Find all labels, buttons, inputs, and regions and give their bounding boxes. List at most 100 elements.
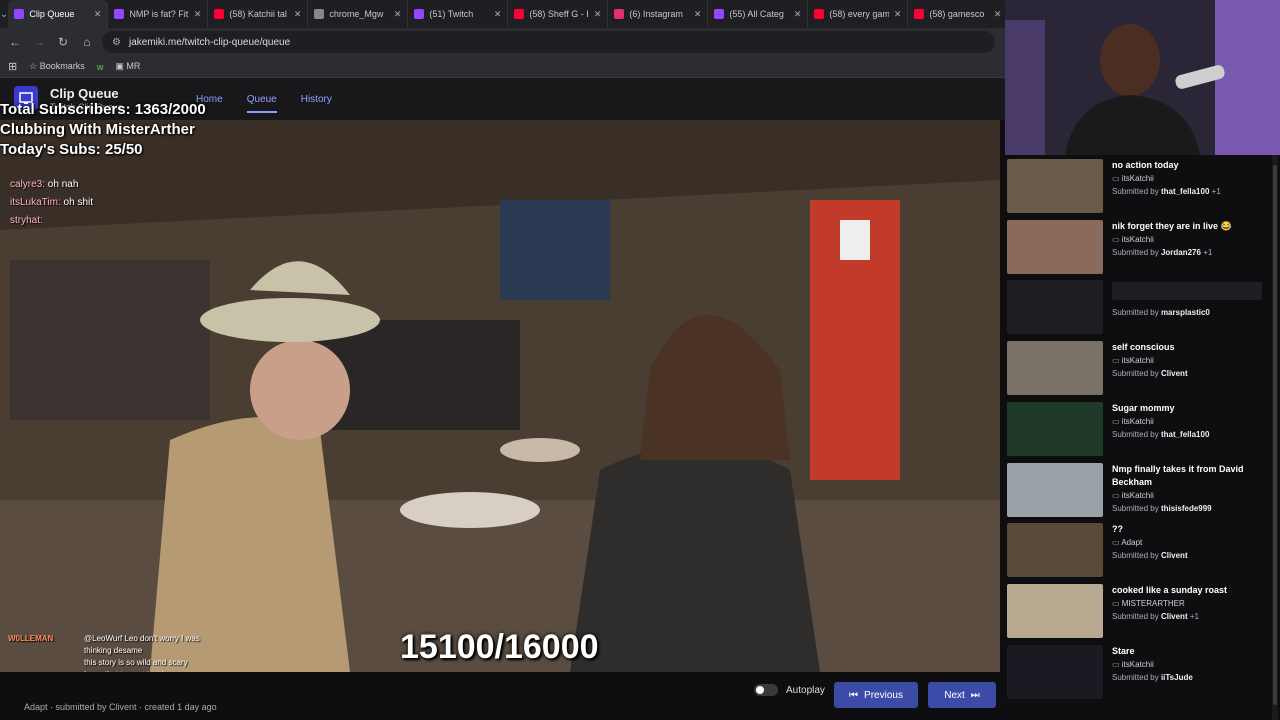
chat-line: calyre3: oh nah [10, 176, 93, 194]
clip-submitter: Submitted by thisisfede999 [1112, 503, 1212, 513]
tab-title: (6) Instagram [629, 9, 683, 19]
submitter-name: Jordan276 [1160, 247, 1201, 257]
close-tab-icon[interactable]: ✕ [594, 9, 602, 20]
queue-item[interactable]: Submitted by marsplastic0 [1007, 274, 1275, 335]
queue-item[interactable]: cooked like a sunday roast ▭ MISTERARTHE… [1007, 578, 1275, 638]
bookmark-w[interactable]: w [97, 62, 104, 72]
browser-tab[interactable]: (58) every gam ✕ [808, 0, 909, 28]
queue-item[interactable]: ?? ▭ Adapt Submitted by Clivent [1007, 517, 1275, 578]
tab-favicon-icon [14, 9, 25, 19]
autoplay-label: Autoplay [786, 685, 825, 696]
browser-tab[interactable]: Clip Queue ✕ [8, 0, 109, 28]
close-tab-icon[interactable]: ✕ [994, 9, 1002, 20]
queue-item[interactable]: nik forget they are in live 😂 ▭ itsKatch… [1007, 214, 1275, 274]
apps-grid-icon[interactable]: ⊞ [8, 60, 17, 73]
clip-title: ?? [1112, 524, 1123, 535]
total-subscribers: Total Subscribers: 1363/2000 [0, 101, 206, 118]
browser-tab[interactable]: (58) Sheff G - I ✕ [508, 0, 609, 28]
tab-favicon-icon [514, 9, 525, 19]
browser-tab[interactable]: (6) Instagram ✕ [608, 0, 709, 28]
video-player[interactable] [0, 120, 1000, 672]
tab-favicon-icon [914, 9, 925, 19]
close-tab-icon[interactable]: ✕ [394, 9, 402, 20]
submitter-name: that_fella100 [1160, 187, 1210, 196]
clip-thumbnail[interactable] [1007, 523, 1103, 578]
reload-icon[interactable]: ↻ [54, 33, 72, 51]
browser-tab[interactable]: (58) Katchii tal ✕ [208, 0, 309, 28]
close-tab-icon[interactable]: ✕ [294, 9, 302, 20]
queue-item[interactable]: Sugar mommy ▭ itsKatchii Submitted by th… [1007, 396, 1275, 456]
queue-item[interactable]: Nmp finally takes it from David Beckham … [1007, 457, 1275, 517]
previous-button[interactable]: ⏮ Previous [834, 682, 918, 708]
close-tab-icon[interactable]: ✕ [94, 9, 102, 20]
chat-overlay-top: calyre3: oh nah itsLukaTim: oh shit stryha… [10, 176, 93, 230]
close-tab-icon[interactable]: ✕ [894, 9, 902, 20]
browser-tab-bar: ⌄ Clip Queue ✕ NMP is fat? Fit ✕ (58) Ka… [0, 0, 1009, 28]
queue-item[interactable]: Stare ▭ itsKatchii Submitted by iiTsJude [1007, 639, 1275, 699]
browser-tab[interactable]: NMP is fat? Fit ✕ [108, 0, 209, 28]
chat-line: this story is so wild and scary [8, 657, 200, 669]
clip-thumbnail[interactable] [1007, 583, 1103, 638]
submitter-name: Clivent [1160, 551, 1188, 561]
close-tab-icon[interactable]: ✕ [194, 9, 202, 20]
queue-item[interactable]: no action today ▭ itsKatchii Submitted b… [1007, 155, 1275, 213]
bookmark-bookmarks[interactable]: ☆ Bookmarks [29, 61, 85, 72]
clip-thumbnail[interactable] [1007, 341, 1103, 396]
submitter-name: Clivent [1160, 611, 1188, 621]
next-button[interactable]: Next ⏭ [928, 682, 996, 708]
tab-title: (58) gamesco [929, 9, 985, 19]
clip-channel: ▭ itsKatchii [1112, 416, 1154, 426]
site-info-icon[interactable]: ⚙ [112, 37, 121, 48]
tab-favicon-icon [714, 9, 725, 19]
autoplay-toggle[interactable] [754, 684, 778, 696]
nav-queue[interactable]: Queue [246, 94, 277, 113]
browser-tab[interactable]: (51) Twitch ✕ [408, 0, 509, 28]
next-label: Next [944, 689, 965, 701]
clip-channel: ▭ itsKatchii [1112, 174, 1154, 183]
clip-submitter: Submitted by marsplastic0 [1112, 308, 1210, 318]
queue-item[interactable]: self conscious ▭ itsKatchii Submitted by… [1007, 335, 1275, 396]
close-tab-icon[interactable]: ✕ [794, 9, 802, 20]
clip-thumbnail[interactable] [1007, 159, 1103, 213]
nav-history[interactable]: History [301, 94, 332, 113]
browser-tab[interactable]: (55) All Categ ✕ [708, 0, 809, 28]
app-title: Clip Queue [50, 86, 119, 101]
close-tab-icon[interactable]: ✕ [494, 9, 502, 20]
forward-arrow-icon[interactable]: → [30, 33, 48, 51]
back-arrow-icon[interactable]: ← [6, 33, 24, 51]
tab-favicon-icon [414, 9, 425, 19]
chat-message: this story is so wild and scary [84, 658, 188, 667]
chat-line: itsLukaTim: oh shit [10, 194, 93, 212]
tab-title: NMP is fat? Fit [129, 9, 189, 19]
browser-tab[interactable]: (58) gamesco ✕ [908, 0, 1009, 28]
clip-title: no action today [1112, 160, 1179, 170]
tab-title: (55) All Categ [729, 9, 784, 19]
twitch-icon: ▭ [1112, 234, 1120, 244]
bookmark-mr[interactable]: ▣ MR [115, 61, 140, 72]
submitter-name: that_fella100 [1160, 429, 1210, 439]
home-icon[interactable]: ⌂ [78, 33, 96, 51]
close-tab-icon[interactable]: ✕ [694, 9, 702, 20]
clip-channel: ▭ Adapt [1112, 538, 1143, 548]
clip-thumbnail[interactable] [1007, 401, 1103, 456]
clip-thumbnail[interactable] [1007, 219, 1103, 274]
submitter-name: iiTsJude [1160, 672, 1193, 682]
clip-channel: ▭ itsKatchii [1112, 490, 1154, 500]
tab-title: (58) Sheff G - I [529, 9, 589, 19]
clip-thumbnail[interactable] [1007, 280, 1103, 335]
tab-title: chrome_Mgw [329, 9, 384, 19]
player-controls: Adapt · submitted by Clivent · created 1… [0, 672, 1005, 720]
clip-thumbnail[interactable] [1007, 644, 1103, 699]
clip-submitter: Submitted by that_fella100 +1 [1112, 187, 1221, 196]
chat-line: thinking desame [8, 645, 200, 657]
title-placeholder [1112, 282, 1262, 301]
clip-thumbnail[interactable] [1007, 462, 1103, 517]
clip-submitter: Submitted by Clivent [1112, 369, 1188, 379]
chat-message: @LeoWurf Leo don't worry I was [84, 634, 200, 643]
browser-tab[interactable]: chrome_Mgw ✕ [308, 0, 409, 28]
tab-search-icon[interactable]: ⌄ [0, 0, 8, 28]
queue-scrollbar[interactable] [1272, 155, 1278, 720]
chat-message: thinking desame [84, 646, 143, 655]
url-field[interactable]: ⚙ jakemiki.me/twitch-clip-queue/queue [102, 31, 995, 53]
previous-label: Previous [864, 689, 903, 701]
